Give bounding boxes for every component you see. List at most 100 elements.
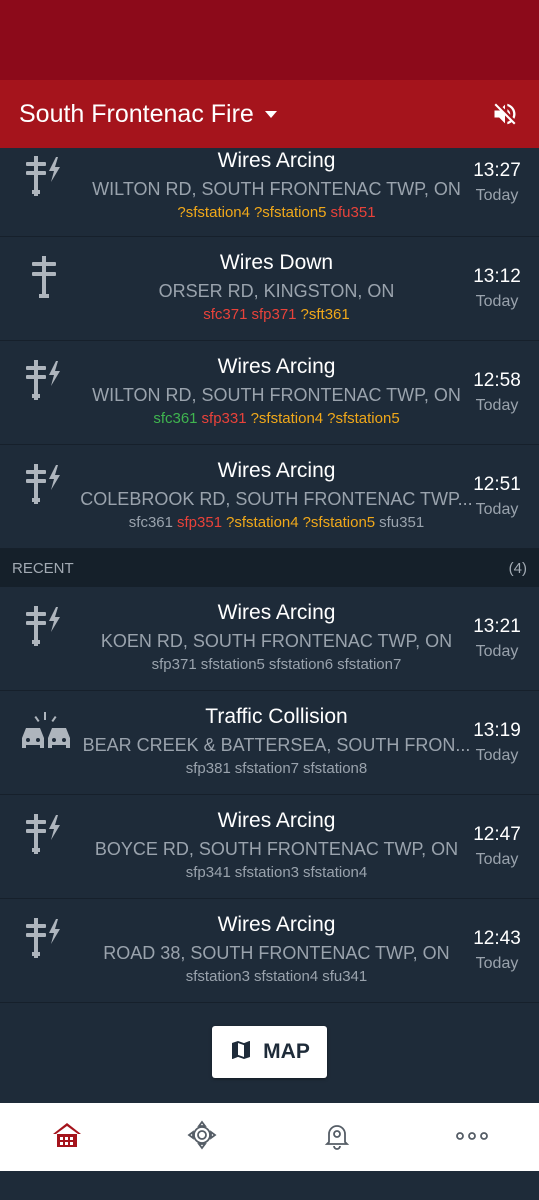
wires-arcing-icon xyxy=(20,916,68,964)
unit-tag: sfc371 xyxy=(203,306,248,323)
unit-tag: sfp371 xyxy=(251,306,297,323)
alert-settings-icon xyxy=(322,1120,352,1155)
unit-tag: sfstation5 xyxy=(200,656,265,673)
unit-tag: ?sfstation5 xyxy=(302,514,376,531)
unit-tag: sfp381 xyxy=(185,760,231,777)
bottom-navigation xyxy=(0,1103,539,1171)
day-label: Today xyxy=(475,643,519,660)
incident-address: COLEBROOK RD, SOUTH FRONTENAC TWP... xyxy=(80,489,473,509)
time-label: 12:43 xyxy=(473,928,521,949)
time-label: 13:12 xyxy=(473,266,521,287)
incident-address: BOYCE RD, SOUTH FRONTENAC TWP, ON xyxy=(94,839,459,859)
incident-address: ORSER RD, KINGSTON, ON xyxy=(158,281,395,301)
incident-title: Wires Arcing xyxy=(217,355,336,378)
incident-details: Wires Arcing BOYCE RD, SOUTH FRONTENAC TW… xyxy=(80,809,473,883)
incident-row[interactable]: Traffic Collision BEAR CREEK & BATTERSEA,… xyxy=(0,691,539,795)
incident-row[interactable]: Wires Arcing WILTON RD, SOUTH FRONTENAC T… xyxy=(0,148,539,237)
incident-details: Wires Down ORSER RD, KINGSTON, ON sfc371 sf… xyxy=(80,251,473,325)
incident-time: 13:27 Today xyxy=(469,159,525,206)
unit-tag: sfstation8 xyxy=(303,760,368,777)
incident-time: 12:58 Today xyxy=(469,369,525,416)
unit-tag: ?sfstation5 xyxy=(327,410,400,427)
wires-arcing-icon xyxy=(20,154,68,202)
unit-tag: sfstation4 xyxy=(253,968,319,985)
responding-units: ?sfstation4 ?sfstation5 sfu351 xyxy=(80,203,473,223)
app-bar: South Frontenac Fire xyxy=(0,80,539,148)
responding-units: sfp371 sfstation5 sfstation6 sfstation7 xyxy=(80,655,473,675)
incident-row[interactable]: Wires Arcing WILTON RD, SOUTH FRONTENAC T… xyxy=(0,341,539,445)
incident-title: Traffic Collision xyxy=(205,705,348,728)
fire-department-icon xyxy=(187,1120,217,1155)
agency-selector[interactable]: South Frontenac Fire xyxy=(19,100,254,129)
nav-home-button[interactable] xyxy=(37,1107,97,1167)
day-label: Today xyxy=(475,501,519,518)
responding-units: sfc361 sfp351 ?sfstation4 ?sfstation5 sfu351 xyxy=(80,513,473,533)
unit-tag: sfp351 xyxy=(177,514,223,531)
system-navigation-bar xyxy=(0,1171,539,1200)
unit-tag: sfstation6 xyxy=(268,656,334,673)
incident-row[interactable]: Wires Arcing KOEN RD, SOUTH FRONTENAC TWP… xyxy=(0,587,539,691)
incident-title: Wires Down xyxy=(219,251,334,274)
nav-alert-settings-button[interactable] xyxy=(307,1107,367,1167)
incident-details: Wires Arcing COLEBROOK RD, SOUTH FRONTENA… xyxy=(80,459,473,533)
incident-time: 13:12 Today xyxy=(469,265,525,312)
unit-tag: sfp331 xyxy=(201,410,247,427)
dropdown-caret-icon[interactable] xyxy=(264,110,277,118)
incident-title: Wires Arcing xyxy=(217,601,336,624)
incident-row[interactable]: Wires Arcing ROAD 38, SOUTH FRONTENAC TWP… xyxy=(0,899,539,1003)
incident-title: Wires Arcing xyxy=(217,459,336,482)
unit-tag: sfu351 xyxy=(379,514,425,531)
incident-title: Wires Arcing xyxy=(217,149,336,172)
unit-tag: ?sfstation5 xyxy=(253,204,327,221)
incident-time: 12:51 Today xyxy=(469,473,525,520)
time-label: 13:27 xyxy=(473,160,521,181)
unit-tag: sfstation4 xyxy=(303,864,368,881)
responding-units: sfstation3 sfstation4 sfu341 xyxy=(80,967,473,987)
unit-tag: sfc361 xyxy=(128,514,173,531)
incident-title: Wires Arcing xyxy=(217,913,336,936)
wires-arcing-icon xyxy=(20,604,68,652)
day-label: Today xyxy=(475,851,519,868)
incident-details: Wires Arcing KOEN RD, SOUTH FRONTENAC TWP… xyxy=(80,601,473,675)
day-label: Today xyxy=(475,747,519,764)
incident-address: BEAR CREEK & BATTERSEA, SOUTH FRON... xyxy=(82,735,471,755)
day-label: Today xyxy=(475,955,519,972)
unit-tag: sfstation7 xyxy=(337,656,402,673)
unit-tag: sfc361 xyxy=(153,410,198,427)
wires-arcing-icon xyxy=(20,358,68,406)
unit-tag: sfp371 xyxy=(151,656,197,673)
incident-address: ROAD 38, SOUTH FRONTENAC TWP, ON xyxy=(103,943,450,963)
unit-tag: sfu351 xyxy=(330,204,376,221)
incident-details: Wires Arcing ROAD 38, SOUTH FRONTENAC TWP… xyxy=(80,913,473,987)
incident-row[interactable]: Wires Arcing COLEBROOK RD, SOUTH FRONTENA… xyxy=(0,445,539,549)
incident-row[interactable]: Wires Down ORSER RD, KINGSTON, ON sfc371 sf… xyxy=(0,237,539,341)
unit-tag: sfstation3 xyxy=(234,864,300,881)
incident-row[interactable]: Wires Arcing BOYCE RD, SOUTH FRONTENAC TW… xyxy=(0,795,539,899)
home-icon xyxy=(52,1121,82,1154)
time-label: 12:47 xyxy=(473,824,521,845)
volume-off-icon[interactable] xyxy=(491,100,519,128)
unit-tag: sfu341 xyxy=(322,968,368,985)
recent-count: (4) xyxy=(508,559,527,577)
map-area: MAP xyxy=(0,1003,539,1103)
wires-arcing-icon xyxy=(20,462,68,510)
nav-fire-department-button[interactable] xyxy=(172,1107,232,1167)
incident-details: Wires Arcing WILTON RD, SOUTH FRONTENAC T… xyxy=(80,355,473,429)
unit-tag: ?sfstation4 xyxy=(177,204,250,221)
incident-time: 12:47 Today xyxy=(469,823,525,870)
unit-tag: ?sft361 xyxy=(300,306,350,323)
responding-units: sfp381 sfstation7 sfstation8 xyxy=(80,759,473,779)
incident-details: Wires Arcing WILTON RD, SOUTH FRONTENAC T… xyxy=(80,149,473,223)
time-label: 12:51 xyxy=(473,474,521,495)
unit-tag: ?sfstation4 xyxy=(226,514,299,531)
unit-tag: sfstation3 xyxy=(185,968,250,985)
map-button[interactable]: MAP xyxy=(212,1026,327,1078)
responding-units: sfc361 sfp331 ?sfstation4 ?sfstation5 xyxy=(80,409,473,429)
incident-details: Traffic Collision BEAR CREEK & BATTERSEA,… xyxy=(80,705,473,779)
day-label: Today xyxy=(475,397,519,414)
unit-tag: sfp341 xyxy=(185,864,231,881)
more-icon xyxy=(455,1128,489,1146)
nav-more-button[interactable] xyxy=(442,1107,502,1167)
wires-arcing-icon xyxy=(20,812,68,860)
day-label: Today xyxy=(475,187,519,204)
